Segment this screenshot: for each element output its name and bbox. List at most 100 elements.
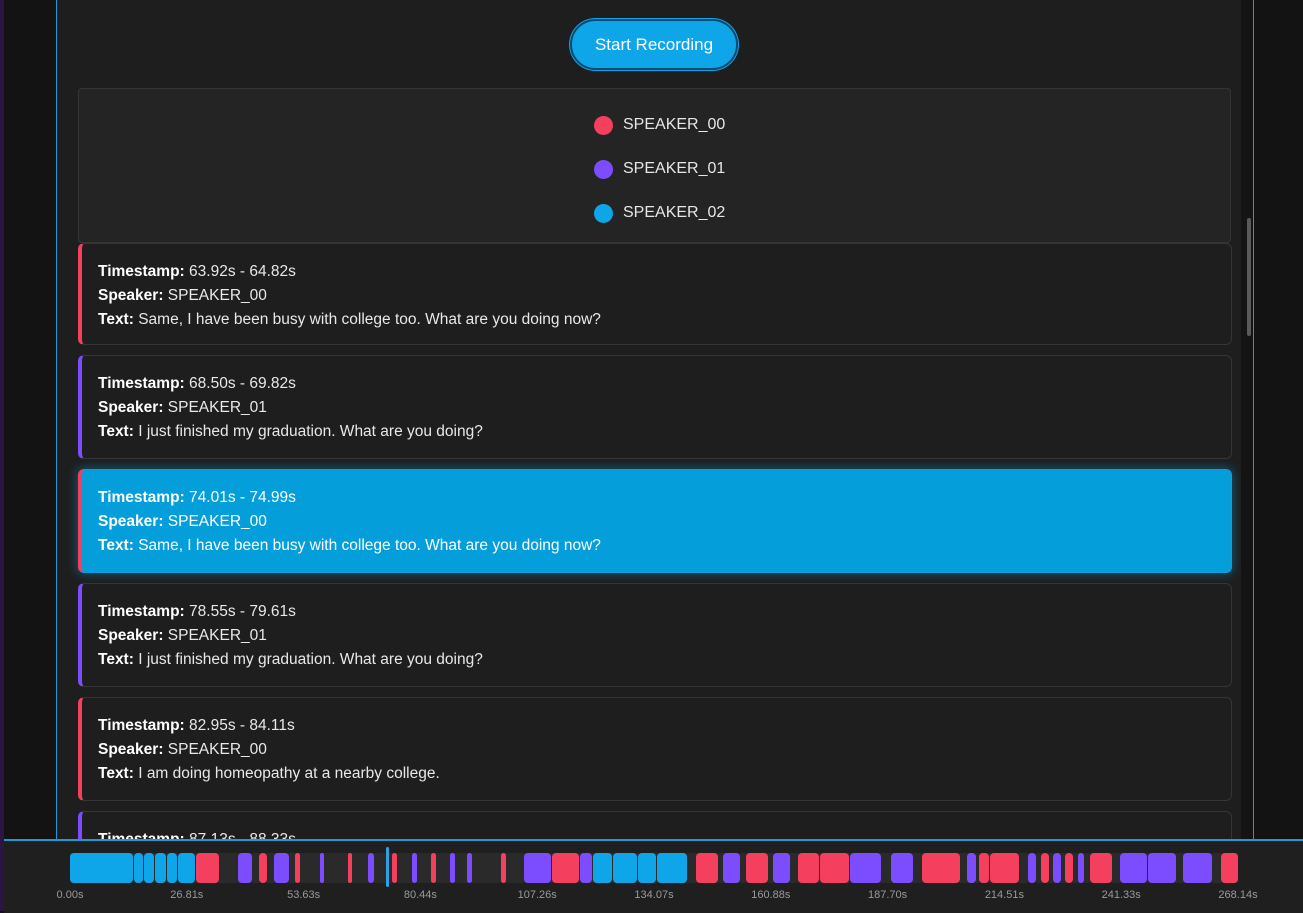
timeline-segment[interactable] <box>237 853 252 883</box>
legend-item-speaker-00: SPEAKER_00 <box>594 114 725 136</box>
text-value: I just finished my graduation. What are … <box>138 423 483 440</box>
timeline-segment[interactable] <box>273 853 289 883</box>
timeline-segment[interactable] <box>195 853 219 883</box>
timeline-segment[interactable] <box>978 853 990 883</box>
timeline-segment[interactable] <box>178 853 195 883</box>
speaker-value: SPEAKER_00 <box>167 287 267 304</box>
timeline-tick-label: 0.00s <box>56 889 84 901</box>
text-value: Same, I have been busy with college too.… <box>138 311 601 328</box>
legend-item-speaker-02: SPEAKER_02 <box>594 202 725 224</box>
timeline-segment[interactable] <box>1065 853 1074 883</box>
speaker-label: Speaker: <box>98 741 164 758</box>
timestamp-label: Timestamp: <box>98 375 185 392</box>
timeline-segment[interactable] <box>392 853 397 883</box>
start-recording-button[interactable]: Start Recording <box>570 19 738 70</box>
transcript-entry[interactable]: Timestamp: 82.95s - 84.11s Speaker: SPEA… <box>78 697 1232 801</box>
timeline-segment[interactable] <box>1148 853 1176 883</box>
transcript-entry[interactable]: Timestamp: 68.50s - 69.82s Speaker: SPEA… <box>78 355 1232 459</box>
speaker-value: SPEAKER_01 <box>167 627 267 644</box>
timeline-tick-label: 160.88s <box>751 889 791 901</box>
timeline-segment[interactable] <box>1221 853 1238 883</box>
transcript-entry[interactable]: Timestamp: 74.01s - 74.99s Speaker: SPEA… <box>78 469 1232 573</box>
playhead-cursor[interactable] <box>385 847 389 887</box>
timeline-segment[interactable] <box>967 853 977 883</box>
speaker-label: Speaker: <box>98 513 164 530</box>
timestamp-label: Timestamp: <box>98 489 185 506</box>
timeline-tick-label: 134.07s <box>634 889 674 901</box>
timeline-segment[interactable] <box>772 853 791 883</box>
timeline-tick-label: 214.51s <box>984 889 1024 901</box>
timeline-segment[interactable] <box>696 853 718 883</box>
timeline-segment[interactable] <box>70 853 134 883</box>
timeline-segment[interactable] <box>989 853 1019 883</box>
timeline-segment[interactable] <box>1182 853 1212 883</box>
vertical-scrollbar[interactable] <box>1241 0 1253 840</box>
text-label: Text: <box>98 651 134 668</box>
timestamp-value: 74.01s - 74.99s <box>189 489 296 506</box>
timeline-segment[interactable] <box>656 853 687 883</box>
transcript-entry[interactable]: Timestamp: 78.55s - 79.61s Speaker: SPEA… <box>78 583 1232 687</box>
timestamp-label: Timestamp: <box>98 263 185 280</box>
speaker-label: Speaker: <box>98 399 164 416</box>
legend-label: SPEAKER_00 <box>623 116 726 133</box>
timeline-segment[interactable] <box>1040 853 1049 883</box>
timeline-segment[interactable] <box>890 853 914 883</box>
timeline-segment[interactable] <box>154 853 167 883</box>
speaker-00-color-dot <box>594 115 613 135</box>
timestamp-value: 63.92s - 64.82s <box>189 263 296 280</box>
timeline-segment[interactable] <box>259 853 268 883</box>
timeline-segment[interactable] <box>819 853 849 883</box>
timeline-tick-label: 268.14s <box>1218 889 1258 901</box>
speaker-value: SPEAKER_00 <box>167 513 267 530</box>
timeline-segment[interactable] <box>500 853 507 883</box>
timeline-tick-label: 53.63s <box>287 889 321 901</box>
timeline-segment[interactable] <box>320 853 324 883</box>
speaker-label: Speaker: <box>98 287 164 304</box>
timeline-segment[interactable] <box>167 853 178 883</box>
timeline-track[interactable] <box>70 847 1238 887</box>
timeline-segment[interactable] <box>798 853 819 883</box>
timeline-segment[interactable] <box>134 853 143 883</box>
timestamp-value: 82.95s - 84.11s <box>189 717 295 734</box>
transcript-entry[interactable]: Timestamp: 87.13s - 88.33s Speaker: Text… <box>78 811 1232 840</box>
timeline-segment[interactable] <box>1120 853 1148 883</box>
text-value: I just finished my graduation. What are … <box>138 651 483 668</box>
speaker-02-color-dot <box>594 203 613 223</box>
timeline-segment[interactable] <box>1089 853 1113 883</box>
speaker-label: Speaker: <box>98 627 164 644</box>
transcript-entry[interactable]: Timestamp: 63.92s - 64.82s Speaker: SPEA… <box>78 243 1232 345</box>
timeline-segment[interactable] <box>722 853 740 883</box>
timeline-segment[interactable] <box>745 853 768 883</box>
timeline-segment[interactable] <box>579 853 592 883</box>
main-panel: Start Recording SPEAKER_00 SPEAKER_01 SP… <box>56 0 1254 840</box>
timeline-segment[interactable] <box>449 853 455 883</box>
window-edge <box>0 0 4 911</box>
timeline-segment[interactable] <box>593 853 612 883</box>
timeline-segment[interactable] <box>1077 853 1085 883</box>
speaker-timeline[interactable]: 0.00s 26.81s 53.63s 80.44s 107.26s 134.07s 160… <box>4 839 1303 913</box>
timeline-segment[interactable] <box>431 853 437 883</box>
timeline-segment[interactable] <box>294 853 300 883</box>
text-label: Text: <box>98 423 134 440</box>
speaker-value: SPEAKER_01 <box>167 399 267 416</box>
timeline-segment[interactable] <box>368 853 375 883</box>
timeline-segment[interactable] <box>348 853 353 883</box>
timeline-segment[interactable] <box>523 853 552 883</box>
timeline-segment[interactable] <box>412 853 417 883</box>
text-value: Same, I have been busy with college too.… <box>138 537 601 554</box>
scrollbar-thumb[interactable] <box>1247 218 1251 336</box>
timestamp-value: 78.55s - 79.61s <box>189 603 296 620</box>
timestamp-label: Timestamp: <box>98 717 185 734</box>
timeline-segment[interactable] <box>552 853 579 883</box>
timeline-segment[interactable] <box>849 853 882 883</box>
legend-label: SPEAKER_01 <box>623 160 726 177</box>
timeline-segment[interactable] <box>638 853 656 883</box>
timeline-segment[interactable] <box>922 853 961 883</box>
legend-label: SPEAKER_02 <box>623 204 726 221</box>
timeline-segment[interactable] <box>467 853 473 883</box>
timeline-segment[interactable] <box>1027 853 1037 883</box>
timeline-segment[interactable] <box>143 853 154 883</box>
timeline-segment[interactable] <box>1052 853 1061 883</box>
text-label: Text: <box>98 765 134 782</box>
timeline-segment[interactable] <box>612 853 638 883</box>
